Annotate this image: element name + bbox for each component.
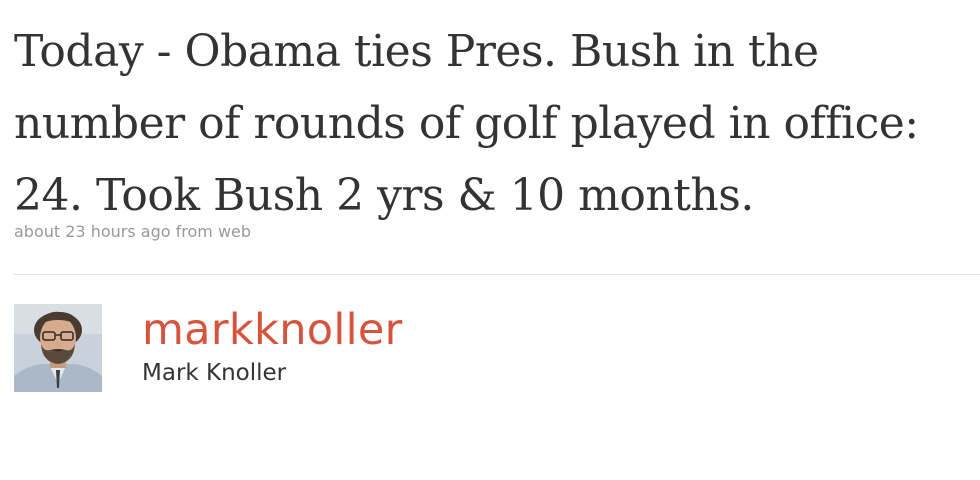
screen-name-link[interactable]: markknoller	[142, 302, 403, 358]
divider	[14, 274, 980, 275]
tweet-meta: about 23 hours ago from web	[14, 222, 251, 241]
source-prefix: from	[175, 222, 213, 241]
author-info: markknoller Mark Knoller	[142, 302, 403, 388]
tweet-status: Today - Obama ties Pres. Bush in the num…	[0, 0, 980, 480]
user-avatar-photo-icon	[14, 304, 102, 392]
timestamp-link[interactable]: about 23 hours ago	[14, 222, 171, 241]
full-name: Mark Knoller	[142, 360, 287, 386]
source-link[interactable]: web	[218, 222, 251, 241]
tweet-text: Today - Obama ties Pres. Bush in the num…	[14, 26, 919, 221]
avatar[interactable]	[14, 304, 102, 392]
